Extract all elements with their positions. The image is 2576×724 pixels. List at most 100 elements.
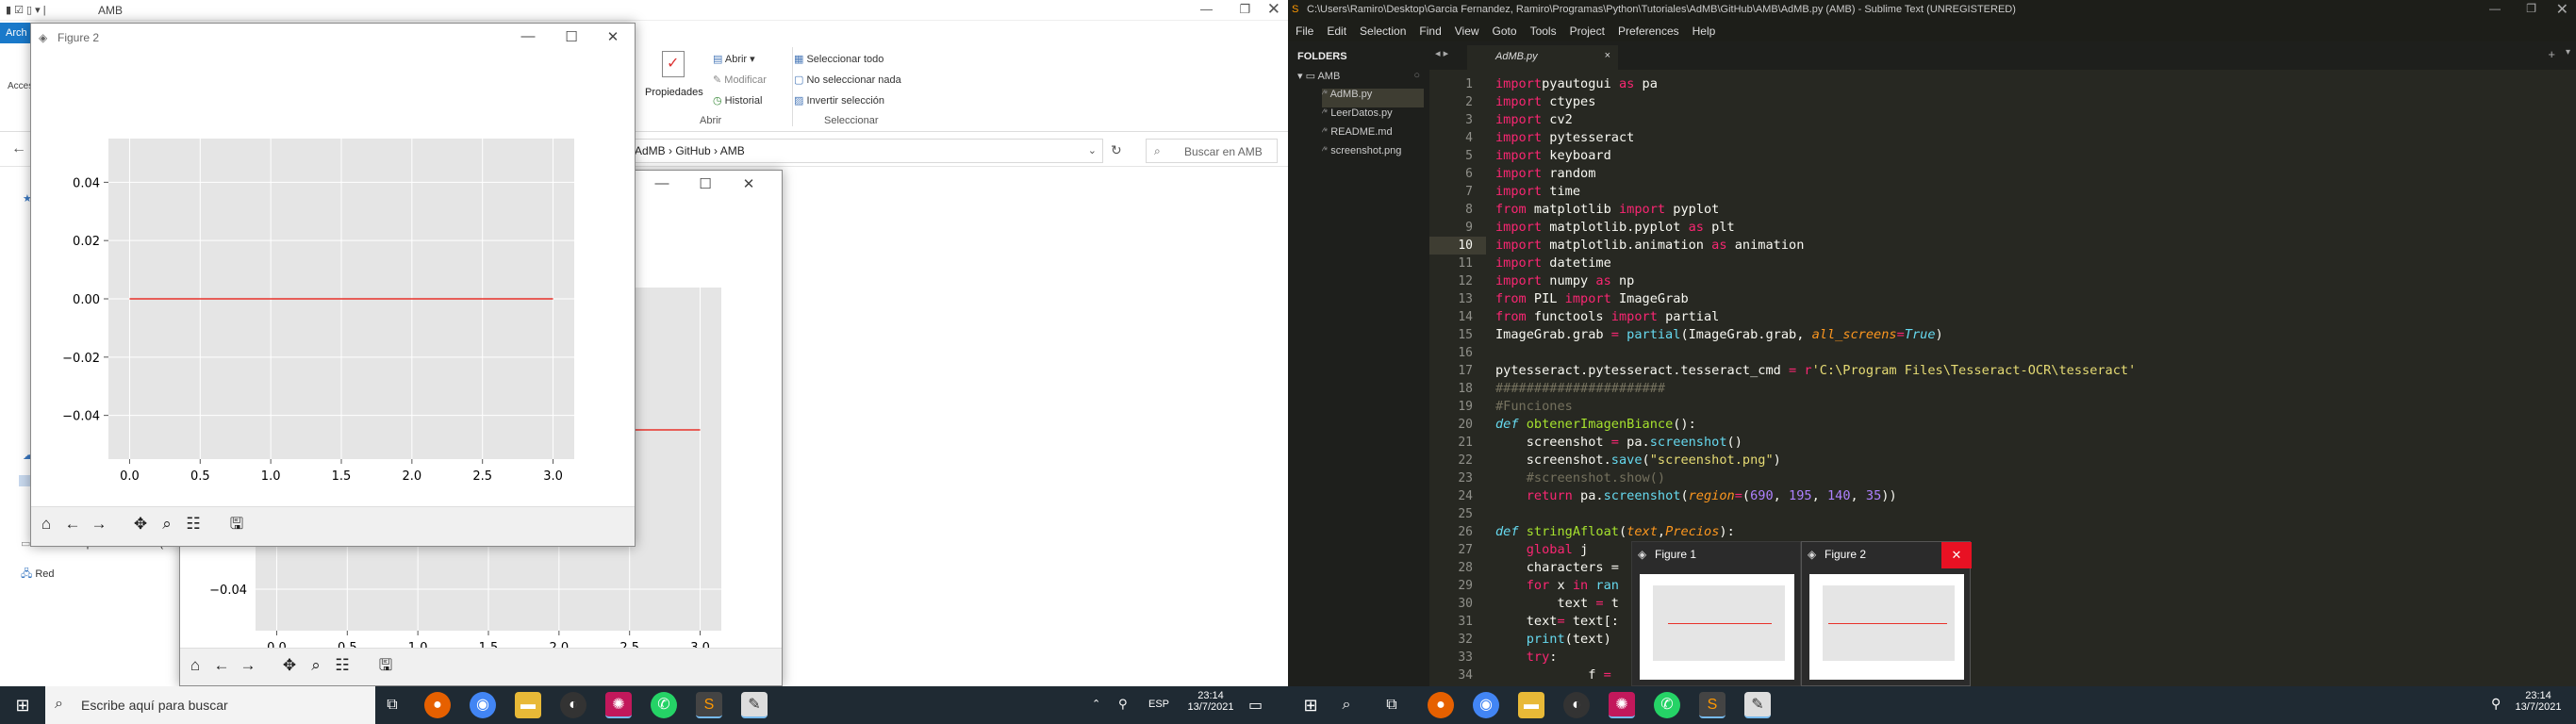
matplotlib-icon[interactable]: ✎ xyxy=(1744,692,1771,718)
new-tab-icon[interactable]: + xyxy=(2548,47,2555,61)
file-icon: ⁄* xyxy=(1322,107,1331,119)
minimize-icon[interactable]: — xyxy=(2489,2,2501,15)
github-icon[interactable]: ◐ xyxy=(1563,692,1590,718)
search-input[interactable]: ⌕ Buscar en AMB xyxy=(1146,139,1278,163)
menu-item[interactable]: Help xyxy=(1693,25,1716,38)
address-bar[interactable]: AdMB › GitHub › AMB ⌄ xyxy=(622,139,1103,163)
preview-title: Figure 1 xyxy=(1655,548,1697,561)
menu-item[interactable]: Edit xyxy=(1327,25,1346,38)
file-explorer-icon[interactable]: ▬ xyxy=(515,692,541,718)
zoom-icon[interactable]: ⌕ xyxy=(305,654,327,677)
refresh-icon[interactable]: ↻ xyxy=(1111,142,1122,158)
close-icon[interactable]: ✕ xyxy=(2556,0,2568,19)
file-explorer-icon[interactable]: ▬ xyxy=(1518,692,1544,718)
github-icon[interactable]: ◐ xyxy=(560,692,586,718)
zoom-icon[interactable]: ⌕ xyxy=(156,513,178,535)
invert-selection-button[interactable]: ▨ Invertir selección xyxy=(794,90,901,111)
edit-button[interactable]: ✎ Modificar xyxy=(713,70,767,90)
sublime-text-icon[interactable]: S xyxy=(1699,692,1726,718)
folder-amb[interactable]: ▾ ▭ AMB ○ xyxy=(1297,70,1420,82)
forward-icon[interactable]: → xyxy=(88,513,110,535)
tray-chevron-icon[interactable]: ⌃ xyxy=(1092,698,1100,710)
sidebar-file[interactable]: ⁄* screenshot.png xyxy=(1322,145,1424,164)
windows-start-icon[interactable]: ⊞ xyxy=(9,692,36,718)
home-icon[interactable]: ⌂ xyxy=(35,513,58,535)
quick-access-icons[interactable]: ▮ ☑ ▯ ▾ | xyxy=(6,4,46,16)
menu-item[interactable]: Selection xyxy=(1360,25,1406,38)
network-icon[interactable]: ⚲ xyxy=(1118,697,1128,712)
taskbar-preview-figure-1[interactable]: ◈ Figure 1 xyxy=(1631,541,1801,686)
clock[interactable]: 23:14 13/7/2021 xyxy=(1182,690,1239,713)
minimize-icon[interactable]: — xyxy=(1200,2,1213,16)
network-item[interactable]: 🖧 Red xyxy=(21,566,55,584)
properties-button[interactable]: ✓ Propiedades xyxy=(645,47,705,113)
restore-icon[interactable]: ❐ xyxy=(2526,2,2536,15)
pan-icon[interactable]: ✥ xyxy=(278,654,301,677)
chrome-icon[interactable]: ◉ xyxy=(1473,692,1499,718)
sublime-text-icon[interactable]: S xyxy=(696,692,722,718)
menu-item[interactable]: Project xyxy=(1570,25,1605,38)
menu-item[interactable]: Goto xyxy=(1493,25,1517,38)
menu-item[interactable]: View xyxy=(1455,25,1479,38)
sidebar-file[interactable]: ⁄* LeerDatos.py xyxy=(1322,107,1424,126)
breadcrumb-item[interactable]: GitHub xyxy=(675,144,710,157)
open-button[interactable]: ▤ Abrir ▾ xyxy=(713,49,767,70)
file-tab[interactable]: Arch xyxy=(0,23,32,43)
home-icon[interactable]: ⌂ xyxy=(184,654,206,677)
save-icon[interactable]: 🖫 xyxy=(225,513,248,535)
close-icon[interactable]: × xyxy=(1605,50,1610,61)
configure-subplots-icon[interactable]: ☷ xyxy=(331,654,354,677)
firefox-icon[interactable]: ● xyxy=(1428,692,1454,718)
line-number: 19 xyxy=(1458,400,1473,414)
chrome-icon[interactable]: ◉ xyxy=(470,692,496,718)
close-icon[interactable]: ✕ xyxy=(1941,542,1972,568)
menu-item[interactable]: Preferences xyxy=(1618,25,1679,38)
chevron-down-icon[interactable]: ⌄ xyxy=(1088,144,1097,156)
tab-nav-arrows-icon[interactable]: ◂ ▸ xyxy=(1435,47,1448,59)
menu-item[interactable]: File xyxy=(1296,25,1313,38)
notifications-icon[interactable]: ▭ xyxy=(1248,696,1263,715)
restore-icon[interactable]: ❐ xyxy=(1239,2,1250,17)
task-view-icon[interactable]: ⧉ xyxy=(1379,692,1405,718)
back-icon[interactable]: ← xyxy=(210,654,233,677)
sidebar-file[interactable]: ⁄* AdMB.py xyxy=(1322,89,1424,107)
menu-item[interactable]: Find xyxy=(1419,25,1441,38)
taskbar-search[interactable]: ⌕ Escribe aquí para buscar xyxy=(45,686,375,724)
firefox-icon[interactable]: ● xyxy=(424,692,451,718)
restore-icon[interactable]: ☐ xyxy=(550,28,593,45)
breadcrumb-item[interactable]: AMB xyxy=(720,144,745,157)
close-icon[interactable]: ✕ xyxy=(727,175,770,192)
forward-icon[interactable]: → xyxy=(237,654,259,677)
taskbar-preview-figure-2[interactable]: ◈ Figure 2 ✕ xyxy=(1801,541,1972,686)
whatsapp-icon[interactable]: ✆ xyxy=(651,692,677,718)
minimize-icon[interactable]: — xyxy=(640,175,684,191)
breadcrumb-item[interactable]: AdMB xyxy=(635,144,666,157)
language-indicator[interactable]: ESP xyxy=(1148,699,1169,710)
clock[interactable]: 23:14 13/7/2021 xyxy=(2510,690,2567,713)
tab-admb[interactable]: AdMB.py × xyxy=(1467,45,1618,70)
search-icon[interactable]: ⌕ xyxy=(1333,692,1360,718)
history-button[interactable]: ◷ Historial xyxy=(713,90,767,111)
close-icon[interactable]: ✕ xyxy=(591,28,635,45)
windows-start-icon[interactable]: ⊞ xyxy=(1297,692,1324,718)
select-none-button[interactable]: ▢ No seleccionar nada xyxy=(794,70,901,90)
task-view-icon[interactable]: ⧉ xyxy=(379,692,405,718)
app-icon[interactable]: ✺ xyxy=(1609,692,1635,718)
pan-icon[interactable]: ✥ xyxy=(129,513,152,535)
close-icon[interactable]: ✕ xyxy=(1267,0,1280,19)
back-arrow-icon[interactable]: ← xyxy=(11,140,26,157)
back-icon[interactable]: ← xyxy=(61,513,84,535)
matplotlib-icon[interactable]: ✎ xyxy=(741,692,768,718)
select-all-button[interactable]: ▦ Seleccionar todo xyxy=(794,49,901,70)
network-icon[interactable]: ⚲ xyxy=(2491,696,2501,712)
save-icon[interactable]: 🖫 xyxy=(374,654,397,677)
minimize-icon[interactable]: — xyxy=(506,28,550,44)
y-tick-label: 0.02 xyxy=(73,235,100,249)
configure-subplots-icon[interactable]: ☷ xyxy=(182,513,205,535)
whatsapp-icon[interactable]: ✆ xyxy=(1654,692,1680,718)
chevron-down-icon[interactable]: ▾ xyxy=(2566,47,2570,58)
menu-item[interactable]: Tools xyxy=(1530,25,1557,38)
app-icon[interactable]: ✺ xyxy=(605,692,632,718)
restore-icon[interactable]: ☐ xyxy=(684,175,727,192)
sidebar-file[interactable]: ⁄* README.md xyxy=(1322,126,1424,145)
